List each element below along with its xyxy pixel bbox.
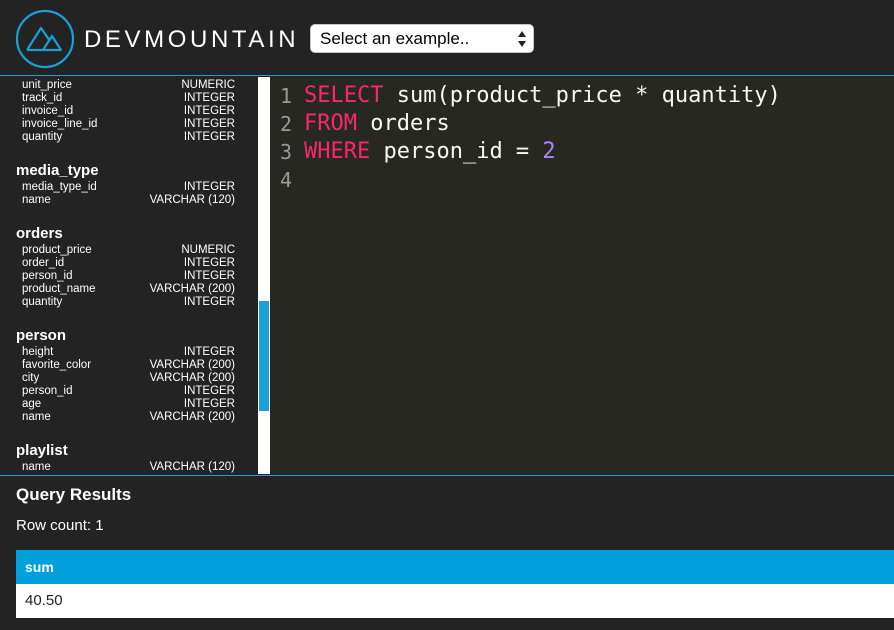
schema-column-row: city VARCHAR (200) <box>22 372 235 385</box>
sql-text: sum(product_price * quantity) <box>383 83 781 108</box>
schema-column-row: product_name VARCHAR (200) <box>22 283 235 296</box>
column-type: VARCHAR (200) <box>149 283 235 295</box>
brand-name: DEVMOUNTAIN <box>84 26 300 53</box>
column-type: INTEGER <box>183 181 235 193</box>
schema-column-row: favorite_color VARCHAR (200) <box>22 359 235 372</box>
column-name: media_type_id <box>22 181 97 193</box>
column-name: order_id <box>22 257 65 269</box>
select-arrows-icon <box>518 31 526 47</box>
column-name: favorite_color <box>22 359 92 371</box>
schema-column-row: name VARCHAR (120) <box>22 194 235 207</box>
column-type: VARCHAR (120) <box>149 461 235 473</box>
schema-column-row: quantity INTEGER <box>22 296 235 309</box>
schema-column-row: track_id INTEGER <box>22 92 235 105</box>
column-type: INTEGER <box>183 270 235 282</box>
column-name: height <box>22 346 54 358</box>
column-type: INTEGER <box>183 346 235 358</box>
schema-column-row: invoice_line_id INTEGER <box>22 118 235 131</box>
column-name: invoice_line_id <box>22 118 98 130</box>
schema-table-name[interactable]: playlist <box>16 442 68 459</box>
line-number: 4 <box>280 168 293 192</box>
schema-table-name[interactable]: person <box>16 327 66 344</box>
schema-column-row: media_type_id INTEGER <box>22 181 235 194</box>
sql-text: person_id = <box>370 139 543 164</box>
column-name: product_name <box>22 283 96 295</box>
sql-number: 2 <box>542 139 556 164</box>
sidebar-scrollbar[interactable] <box>258 77 270 474</box>
schema-sidebar[interactable]: unit_price NUMERIC track_id INTEGER invoice_… <box>0 77 258 474</box>
schema-column-row: invoice_id INTEGER <box>22 105 235 118</box>
sql-editor[interactable]: 1 2 3 4 SELECT sum(product_price * quantity… <box>270 77 894 474</box>
sidebar-scroll-thumb[interactable] <box>259 301 269 411</box>
sql-keyword: SELECT <box>304 83 384 108</box>
schema-column-row: quantity INTEGER <box>22 131 235 144</box>
results-table: sum 40.50 <box>16 550 894 618</box>
app-header: DEVMOUNTAIN Select an example.. <box>0 0 894 76</box>
column-type: INTEGER <box>183 92 235 104</box>
devmountain-logo-icon <box>15 9 75 69</box>
schema-table-name[interactable]: orders <box>16 225 63 242</box>
column-type: INTEGER <box>183 131 235 143</box>
schema-column-row: name VARCHAR (200) <box>22 411 235 424</box>
schema-column-row: height INTEGER <box>22 346 235 359</box>
column-name: quantity <box>22 296 63 308</box>
column-name: person_id <box>22 270 73 282</box>
code-line[interactable]: FROM orders <box>304 110 450 138</box>
column-name: product_price <box>22 244 92 256</box>
results-title: Query Results <box>16 485 132 504</box>
sql-text: orders <box>356 111 450 136</box>
code-line[interactable]: WHERE person_id = 2 <box>304 138 556 166</box>
column-name: track_id <box>22 92 63 104</box>
column-type: VARCHAR (200) <box>149 359 235 371</box>
editor-gutter: 1 2 3 4 <box>270 77 300 474</box>
results-cell: 40.50 <box>16 584 894 618</box>
column-type: INTEGER <box>183 398 235 410</box>
column-name: city <box>22 372 40 384</box>
column-type: INTEGER <box>183 257 235 269</box>
results-column-header: sum <box>16 550 894 584</box>
column-name: name <box>22 194 51 206</box>
column-type: VARCHAR (120) <box>149 194 235 206</box>
schema-column-row: age INTEGER <box>22 398 235 411</box>
column-type: VARCHAR (200) <box>149 372 235 384</box>
schema-column-row: person_id INTEGER <box>22 385 235 398</box>
column-name: invoice_id <box>22 105 74 117</box>
schema-column-row: unit_price NUMERIC <box>22 79 235 92</box>
column-type: VARCHAR (200) <box>149 411 235 423</box>
example-select-value: Select an example.. <box>320 29 470 48</box>
column-name: age <box>22 398 42 410</box>
line-number: 2 <box>280 112 293 136</box>
column-name: unit_price <box>22 79 72 91</box>
line-number: 3 <box>280 140 293 164</box>
sql-keyword: FROM <box>304 111 357 136</box>
code-line[interactable]: SELECT sum(product_price * quantity) <box>304 82 781 110</box>
sql-keyword: WHERE <box>304 139 371 164</box>
column-type: NUMERIC <box>181 244 235 256</box>
column-name: quantity <box>22 131 63 143</box>
row-count: Row count: 1 <box>16 517 104 534</box>
schema-column-row: order_id INTEGER <box>22 257 235 270</box>
column-name: person_id <box>22 385 73 397</box>
query-results-panel: Query Results Row count: 1 sum 40.50 <box>0 475 894 630</box>
schema-table-name[interactable]: media_type <box>16 162 99 179</box>
column-type: INTEGER <box>183 118 235 130</box>
column-type: INTEGER <box>183 105 235 117</box>
schema-column-row: person_id INTEGER <box>22 270 235 283</box>
column-type: NUMERIC <box>181 79 235 91</box>
column-type: INTEGER <box>183 385 235 397</box>
schema-column-row: name VARCHAR (120) <box>22 461 235 474</box>
schema-column-row: product_price NUMERIC <box>22 244 235 257</box>
column-type: INTEGER <box>183 296 235 308</box>
column-name: name <box>22 461 51 473</box>
column-name: name <box>22 411 51 423</box>
example-select[interactable]: Select an example.. <box>310 24 534 53</box>
line-number: 1 <box>280 84 293 108</box>
